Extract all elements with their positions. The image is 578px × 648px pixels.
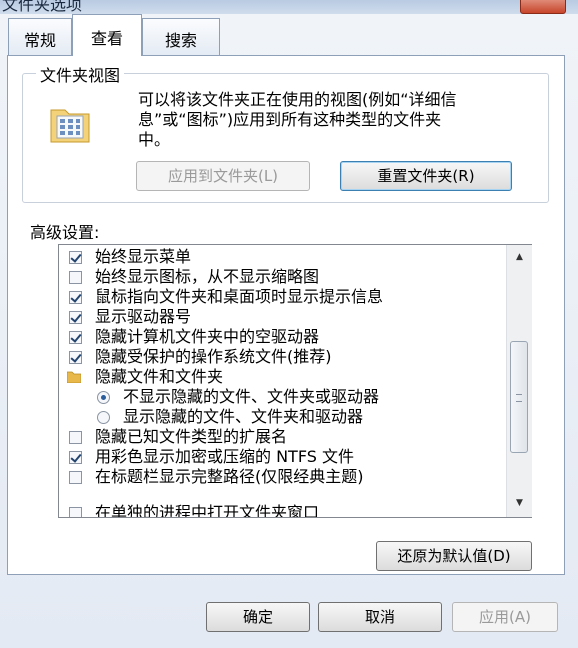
checkbox[interactable] xyxy=(69,311,82,324)
cancel-button[interactable]: 取消 xyxy=(318,602,442,632)
list-item-hide-extensions[interactable]: 隐藏已知文件类型的扩展名 xyxy=(59,427,507,447)
description-line: 息”或“图标”)应用到所有这种类型的文件夹 xyxy=(138,110,442,129)
advanced-settings-label: 高级设置: xyxy=(30,223,100,242)
scroll-up-arrow-icon[interactable]: ▲ xyxy=(507,247,532,267)
list-item-show-popup-tips[interactable]: 鼠标指向文件夹和桌面项时显示提示信息 xyxy=(59,287,507,307)
list-item-always-show-icons[interactable]: 始终显示图标，从不显示缩略图 xyxy=(59,267,507,287)
list-item-hidden-files-folder: 隐藏文件和文件夹 xyxy=(59,367,507,387)
description-line: 中。 xyxy=(138,130,171,149)
checkbox[interactable] xyxy=(69,251,82,264)
list-item-always-show-menus[interactable]: 始终显示菜单 xyxy=(59,247,507,267)
list-item-label: 隐藏已知文件类型的扩展名 xyxy=(95,427,288,446)
list-item-dont-show-hidden[interactable]: 不显示隐藏的文件、文件夹或驱动器 xyxy=(59,387,507,407)
title-bar[interactable]: 文件夹选项 xyxy=(0,0,578,14)
list-item-label: 显示隐藏的文件、文件夹和驱动器 xyxy=(123,407,364,426)
checkbox[interactable] xyxy=(69,507,82,517)
description-line: 可以将该文件夹正在使用的视图(例如“详细信 xyxy=(138,90,457,109)
list-item-show-drive-letters[interactable]: 显示驱动器号 xyxy=(59,307,507,327)
checkbox[interactable] xyxy=(69,331,82,344)
ok-button[interactable]: 确定 xyxy=(206,602,310,632)
radio-button[interactable] xyxy=(97,411,110,424)
restore-defaults-button[interactable]: 还原为默认值(D) xyxy=(376,541,532,571)
tab-view-label: 查看 xyxy=(90,29,123,48)
checkbox[interactable] xyxy=(69,351,82,364)
list-item-label: 用彩色显示加密或压缩的 NTFS 文件 xyxy=(95,447,354,466)
list-item-full-path-title[interactable]: 在标题栏显示完整路径(仅限经典主题) xyxy=(59,467,507,487)
reset-folders-button[interactable]: 重置文件夹(R) xyxy=(340,161,512,191)
close-button[interactable] xyxy=(520,0,566,14)
advanced-list-scrollbar[interactable]: ▲ ▼ xyxy=(506,245,532,517)
tab-search[interactable]: 搜索 xyxy=(142,18,220,55)
list-item-show-hidden[interactable]: 显示隐藏的文件、文件夹和驱动器 xyxy=(59,407,507,427)
list-item-label: 隐藏计算机文件夹中的空驱动器 xyxy=(95,327,320,346)
window-title: 文件夹选项 xyxy=(2,0,83,14)
scroll-grip-icon xyxy=(516,394,522,402)
radio-button[interactable] xyxy=(97,391,110,404)
list-item-hide-empty-drives[interactable]: 隐藏计算机文件夹中的空驱动器 xyxy=(59,327,507,347)
tab-search-label: 搜索 xyxy=(164,31,197,50)
list-item-label: 在单独的进程中打开文件夹窗口 xyxy=(95,503,320,517)
apply-button[interactable]: 应用(A) xyxy=(452,602,558,632)
list-item-label: 在标题栏显示完整路径(仅限经典主题) xyxy=(95,467,364,486)
checkbox[interactable] xyxy=(69,271,82,284)
folder-view-icon xyxy=(50,109,90,143)
checkbox[interactable] xyxy=(69,471,82,484)
list-item-label: 隐藏文件和文件夹 xyxy=(95,367,224,386)
list-item-label: 不显示隐藏的文件、文件夹或驱动器 xyxy=(123,387,380,406)
tab-view[interactable]: 查看 xyxy=(72,14,142,56)
list-item-separate-process[interactable]: 在单独的进程中打开文件夹窗口 xyxy=(59,503,507,517)
folder-views-legend: 文件夹视图 xyxy=(36,62,125,86)
tab-general-label: 常规 xyxy=(23,31,56,50)
apply-to-folders-button[interactable]: 应用到文件夹(L) xyxy=(136,161,310,191)
list-item-label: 隐藏受保护的操作系统文件(推荐) xyxy=(95,347,332,366)
advanced-settings-list: 始终显示菜单 始终显示图标，从不显示缩略图 鼠标指向文件夹和桌面项时显示提示信息… xyxy=(58,244,532,518)
checkbox[interactable] xyxy=(69,431,82,444)
scroll-thumb[interactable] xyxy=(510,341,528,453)
list-item-label: 鼠标指向文件夹和桌面项时显示提示信息 xyxy=(95,287,384,306)
folder-views-description: 可以将该文件夹正在使用的视图(例如“详细信 息”或“图标”)应用到所有这种类型的… xyxy=(138,90,528,150)
list-item-color-ntfs[interactable]: 用彩色显示加密或压缩的 NTFS 文件 xyxy=(59,447,507,467)
list-item-label: 始终显示菜单 xyxy=(95,247,192,266)
folder-icon xyxy=(67,371,81,383)
checkbox[interactable] xyxy=(69,291,82,304)
list-item-hide-protected-files[interactable]: 隐藏受保护的操作系统文件(推荐) xyxy=(59,347,507,367)
list-item-label: 始终显示图标，从不显示缩略图 xyxy=(95,267,320,286)
scroll-down-arrow-icon[interactable]: ▼ xyxy=(507,493,532,513)
checkbox[interactable] xyxy=(69,451,82,464)
tab-general[interactable]: 常规 xyxy=(8,18,72,55)
list-item-label: 显示驱动器号 xyxy=(95,307,192,326)
